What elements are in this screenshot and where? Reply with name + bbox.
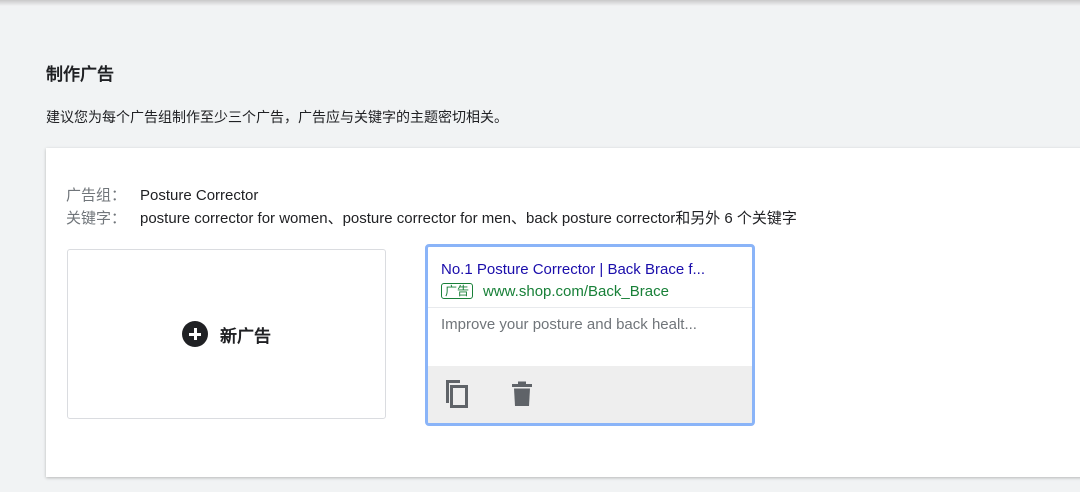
- keywords-value: posture corrector for women、posture corr…: [140, 210, 797, 227]
- ad-display-url: www.shop.com/Back_Brace: [483, 283, 669, 300]
- new-ad-label: 新广告: [220, 326, 271, 346]
- copy-button[interactable]: [440, 378, 472, 410]
- keywords-row: 关键字： posture corrector for women、posture …: [66, 207, 797, 228]
- top-shadow: [0, 0, 1080, 6]
- ad-group-label: 广告组：: [66, 187, 127, 204]
- section-title: 制作广告: [46, 65, 114, 84]
- ad-url-row: 广告 www.shop.com/Back_Brace: [441, 283, 669, 300]
- ad-headline: No.1 Posture Corrector | Back Brace f...: [441, 261, 705, 278]
- ad-group-value: Posture Corrector: [140, 187, 259, 204]
- delete-icon: [512, 381, 532, 406]
- copy-icon: [446, 380, 468, 408]
- ad-actions-bar: [428, 366, 752, 423]
- delete-button[interactable]: [506, 378, 538, 410]
- ad-group-card: 广告组： Posture Corrector 关键字： posture correc…: [46, 148, 1080, 477]
- ad-divider: [428, 307, 752, 308]
- section-description: 建议您为每个广告组制作至少三个广告，广告应与关键字的主题密切相关。: [46, 109, 508, 125]
- keywords-label: 关键字：: [66, 210, 127, 227]
- ad-group-row: 广告组： Posture Corrector: [66, 184, 258, 205]
- ad-badge: 广告: [441, 283, 474, 299]
- ad-preview-card[interactable]: No.1 Posture Corrector | Back Brace f...…: [425, 244, 755, 426]
- add-circle-icon: [182, 321, 208, 347]
- ad-description: Improve your posture and back healt...: [441, 316, 697, 333]
- new-ad-button[interactable]: 新广告: [67, 249, 386, 419]
